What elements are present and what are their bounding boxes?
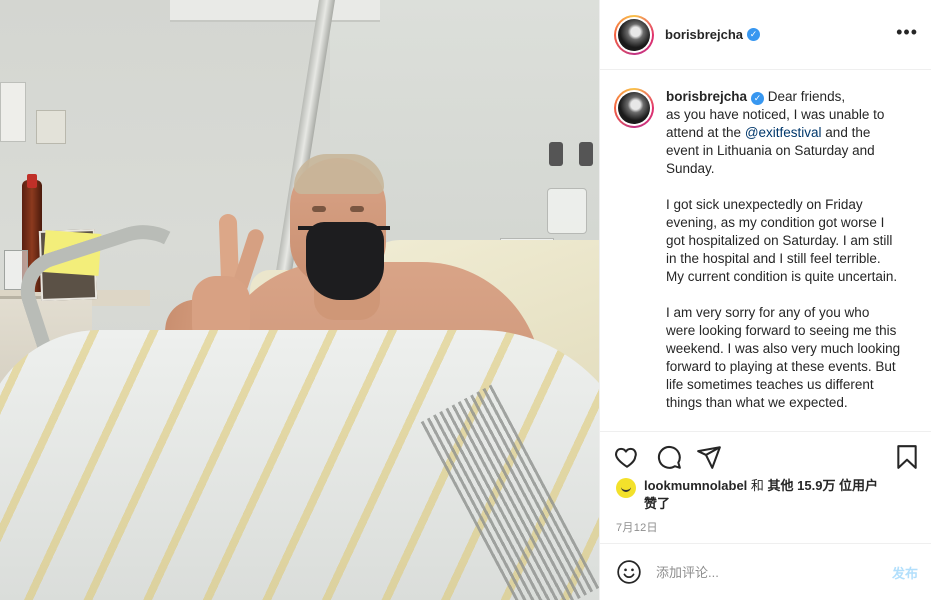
caption-avatar[interactable] <box>614 88 654 128</box>
likes-others-link[interactable]: 其他 15.9万 位用户 <box>768 478 879 493</box>
likes-suffix: 赞了 <box>644 496 671 511</box>
liker-username[interactable]: lookmumnolabel <box>644 478 747 493</box>
username-link[interactable]: borisbrejcha <box>665 27 743 42</box>
post-photo[interactable] <box>0 0 599 600</box>
paper-plane-icon[interactable] <box>696 444 722 470</box>
comment-input[interactable] <box>656 564 866 580</box>
avatar-image <box>618 18 650 51</box>
face-mask <box>306 222 384 300</box>
post-header: borisbrejcha ✓ ••• <box>600 0 931 70</box>
caption: borisbrejcha ✓ Dear friends, as you have … <box>614 88 918 430</box>
likes-and: 和 <box>747 478 768 493</box>
wall-switch <box>36 110 66 144</box>
post-date[interactable]: 7月12日 <box>616 519 658 535</box>
more-options-icon[interactable]: ••• <box>896 22 918 43</box>
post-side-panel: borisbrejcha ✓ ••• borisbrejcha ✓ Dear fr… <box>599 0 931 600</box>
mention-link[interactable]: @exitfestival <box>745 125 822 140</box>
heart-icon[interactable] <box>614 444 640 470</box>
comment-icon[interactable] <box>656 444 682 470</box>
avatar[interactable] <box>614 14 654 55</box>
caption-paragraph: I am very sorry for any of you who were … <box>666 305 901 410</box>
ceiling-rail <box>170 0 380 22</box>
person-eye <box>350 206 364 212</box>
likes-summary: lookmumnolabel 和 其他 15.9万 位用户 赞了 <box>616 477 916 513</box>
caption-text: borisbrejcha ✓ Dear friends, as you have … <box>666 88 902 430</box>
liker-avatar[interactable] <box>616 478 636 498</box>
verified-badge-icon: ✓ <box>751 92 765 105</box>
verified-badge-icon: ✓ <box>747 28 761 41</box>
post-comment-button[interactable]: 发布 <box>892 563 918 582</box>
medical-valve <box>545 142 595 238</box>
action-bar <box>600 431 931 479</box>
bookmark-icon[interactable] <box>894 444 920 470</box>
person-hair <box>294 154 384 194</box>
caption-username[interactable]: borisbrejcha <box>666 89 747 104</box>
wall-fixture <box>0 82 26 142</box>
avatar-image <box>618 92 650 124</box>
comment-bar: 发布 <box>600 543 931 600</box>
caption-scroll-area[interactable]: borisbrejcha ✓ Dear friends, as you have … <box>600 71 931 430</box>
caption-paragraph: I got sick unexpectedly on Friday evenin… <box>666 197 898 284</box>
person-eye <box>312 206 326 212</box>
smiley-icon[interactable] <box>616 559 642 585</box>
caption-greeting: Dear friends, <box>767 89 846 104</box>
